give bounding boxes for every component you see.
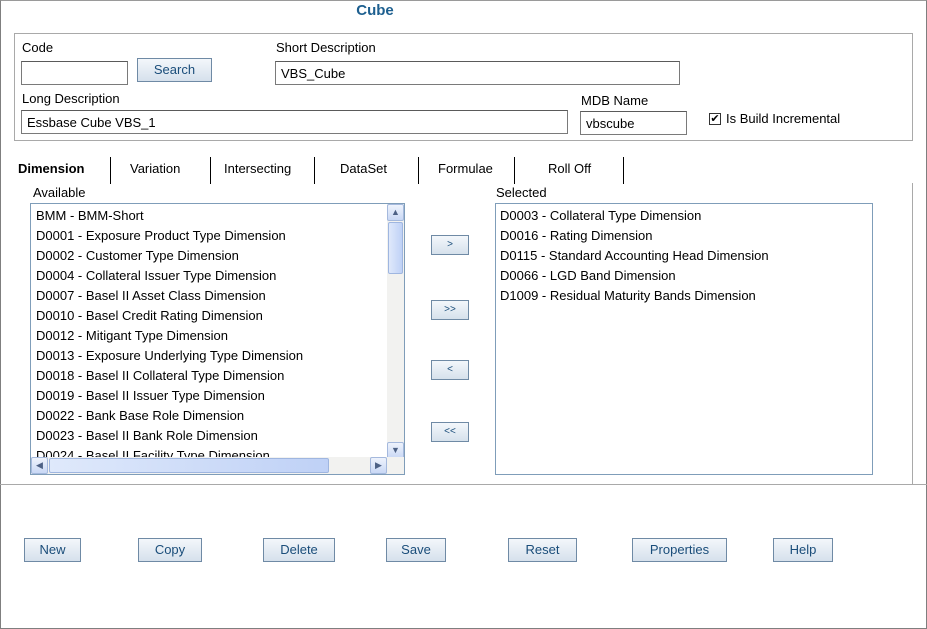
tab-dataset[interactable]: DataSet xyxy=(340,155,387,183)
available-horizontal-scrollbar[interactable]: ◀ ▶ xyxy=(31,457,387,474)
tab-roll-off[interactable]: Roll Off xyxy=(548,155,591,183)
list-item[interactable]: D0018 - Basel II Collateral Type Dimensi… xyxy=(36,366,284,386)
mdb-name-label: MDB Name xyxy=(581,93,649,108)
panel-bottom-divider xyxy=(0,484,927,485)
tab-divider xyxy=(314,157,315,184)
list-item[interactable]: D0012 - Mitigant Type Dimension xyxy=(36,326,228,346)
long-description-input[interactable]: Essbase Cube VBS_1 xyxy=(21,110,568,134)
list-item[interactable]: D0066 - LGD Band Dimension xyxy=(500,266,676,286)
list-item[interactable]: D0001 - Exposure Product Type Dimension xyxy=(36,226,286,246)
tab-divider xyxy=(623,157,624,184)
short-description-input[interactable]: VBS_Cube xyxy=(275,61,680,85)
scroll-up-icon[interactable]: ▲ xyxy=(387,204,404,221)
list-item[interactable]: BMM - BMM-Short xyxy=(36,206,144,226)
scroll-left-icon[interactable]: ◀ xyxy=(31,457,48,474)
available-vertical-scrollbar[interactable]: ▲ ▼ xyxy=(387,204,404,459)
tab-divider xyxy=(110,157,111,184)
tab-divider xyxy=(514,157,515,184)
tab-dimension[interactable]: Dimension xyxy=(18,155,84,183)
copy-button[interactable]: Copy xyxy=(138,538,202,562)
list-item[interactable]: D0003 - Collateral Type Dimension xyxy=(500,206,701,226)
new-button[interactable]: New xyxy=(24,538,81,562)
list-item[interactable]: D0004 - Collateral Issuer Type Dimension xyxy=(36,266,276,286)
available-listbox[interactable]: BMM - BMM-Short D0001 - Exposure Product… xyxy=(30,203,405,475)
help-button[interactable]: Help xyxy=(773,538,833,562)
scroll-thumb[interactable] xyxy=(49,458,329,473)
list-item[interactable]: D0013 - Exposure Underlying Type Dimensi… xyxy=(36,346,303,366)
list-item[interactable]: D0022 - Bank Base Role Dimension xyxy=(36,406,244,426)
list-item[interactable]: D0016 - Rating Dimension xyxy=(500,226,652,246)
available-label: Available xyxy=(33,185,86,200)
list-item[interactable]: D0010 - Basel Credit Rating Dimension xyxy=(36,306,263,326)
save-button[interactable]: Save xyxy=(386,538,446,562)
selected-listbox[interactable]: D0003 - Collateral Type Dimension D0016 … xyxy=(495,203,873,475)
list-item[interactable]: D0019 - Basel II Issuer Type Dimension xyxy=(36,386,265,406)
check-icon: ✔ xyxy=(710,113,720,125)
move-left-button[interactable]: < xyxy=(431,360,469,380)
is-build-incremental-checkbox[interactable]: ✔ xyxy=(709,113,721,125)
list-item[interactable]: D0115 - Standard Accounting Head Dimensi… xyxy=(500,246,769,266)
tab-intersecting[interactable]: Intersecting xyxy=(224,155,291,183)
properties-button[interactable]: Properties xyxy=(632,538,727,562)
list-item[interactable]: D0007 - Basel II Asset Class Dimension xyxy=(36,286,266,306)
page-title: Cube xyxy=(356,2,394,19)
move-right-button[interactable]: > xyxy=(431,235,469,255)
move-all-left-button[interactable]: << xyxy=(431,422,469,442)
is-build-incremental-label: Is Build Incremental xyxy=(726,111,841,126)
scroll-right-icon[interactable]: ▶ xyxy=(370,457,387,474)
short-description-label: Short Description xyxy=(276,40,376,55)
scroll-thumb[interactable] xyxy=(388,222,403,274)
tab-divider xyxy=(418,157,419,184)
code-input[interactable] xyxy=(21,61,128,85)
reset-button[interactable]: Reset xyxy=(508,538,577,562)
list-item[interactable]: D0002 - Customer Type Dimension xyxy=(36,246,239,266)
code-label: Code xyxy=(22,40,54,55)
mdb-name-input[interactable]: vbscube xyxy=(580,111,687,135)
search-button[interactable]: Search xyxy=(137,58,212,82)
delete-button[interactable]: Delete xyxy=(263,538,335,562)
tab-variation[interactable]: Variation xyxy=(130,155,180,183)
tab-formulae[interactable]: Formulae xyxy=(438,155,493,183)
move-all-right-button[interactable]: >> xyxy=(431,300,469,320)
list-item[interactable]: D0023 - Basel II Bank Role Dimension xyxy=(36,426,258,446)
long-description-label: Long Description xyxy=(22,91,120,106)
list-item[interactable]: D1009 - Residual Maturity Bands Dimensio… xyxy=(500,286,756,306)
tab-divider xyxy=(210,157,211,184)
selected-label: Selected xyxy=(496,185,547,200)
scrollbar-corner xyxy=(387,457,404,474)
